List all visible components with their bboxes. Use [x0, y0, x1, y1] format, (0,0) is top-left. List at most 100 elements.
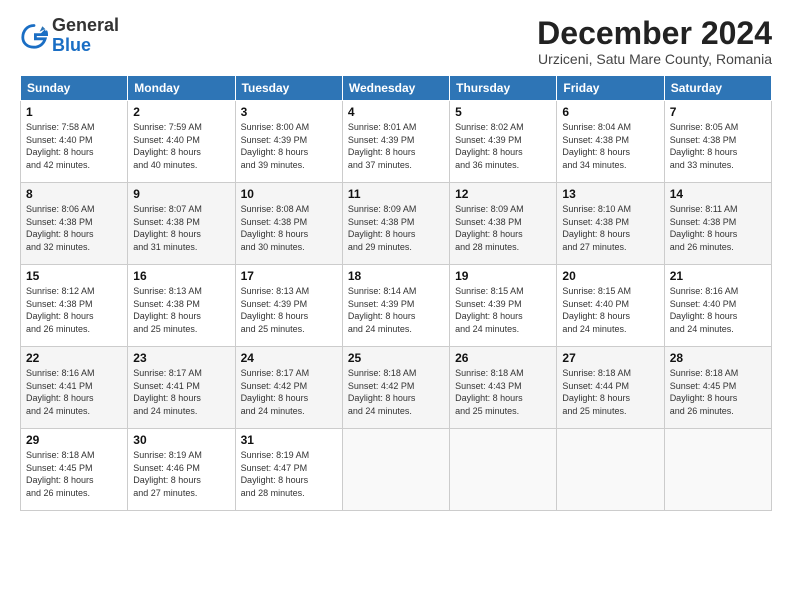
calendar-week-row: 29Sunrise: 8:18 AM Sunset: 4:45 PM Dayli…	[21, 429, 772, 511]
calendar-day-cell: 3 Sunrise: 8:00 AM Sunset: 4:39 PM Daylig…	[235, 101, 342, 183]
calendar-day-cell: 13 Sunrise: 8:10 AM Sunset: 4:38 PM Dayli…	[557, 183, 664, 265]
day-info: Sunrise: 7:59 AM Sunset: 4:40 PM Dayligh…	[133, 121, 229, 171]
day-info: Sunrise: 8:13 AM Sunset: 4:38 PM Dayligh…	[133, 285, 229, 335]
day-info: Sunrise: 8:18 AM Sunset: 4:45 PM Dayligh…	[670, 367, 766, 417]
day-number: 7	[670, 105, 766, 119]
calendar-day-cell: 4 Sunrise: 8:01 AM Sunset: 4:39 PM Daylig…	[342, 101, 449, 183]
logo: General Blue	[20, 16, 119, 56]
day-number: 1	[26, 105, 122, 119]
calendar-day-cell: 19 Sunrise: 8:15 AM Sunset: 4:39 PM Dayli…	[450, 265, 557, 347]
day-number: 12	[455, 187, 551, 201]
day-info: Sunrise: 8:12 AM Sunset: 4:38 PM Dayligh…	[26, 285, 122, 335]
day-number: 29	[26, 433, 122, 447]
calendar-header-cell: Monday	[128, 76, 235, 101]
calendar-day-cell: 1Sunrise: 7:58 AM Sunset: 4:40 PM Daylig…	[21, 101, 128, 183]
day-number: 31	[241, 433, 337, 447]
logo-general: General	[52, 16, 119, 36]
day-number: 24	[241, 351, 337, 365]
calendar-day-cell: 17Sunrise: 8:13 AM Sunset: 4:39 PM Dayli…	[235, 265, 342, 347]
logo-icon	[20, 22, 48, 50]
day-info: Sunrise: 8:09 AM Sunset: 4:38 PM Dayligh…	[455, 203, 551, 253]
day-number: 18	[348, 269, 444, 283]
day-info: Sunrise: 8:19 AM Sunset: 4:46 PM Dayligh…	[133, 449, 229, 499]
day-info: Sunrise: 8:18 AM Sunset: 4:44 PM Dayligh…	[562, 367, 658, 417]
calendar-day-cell: 8 Sunrise: 8:06 AM Sunset: 4:38 PM Daylig…	[21, 183, 128, 265]
day-number: 20	[562, 269, 658, 283]
calendar-day-cell: 23Sunrise: 8:17 AM Sunset: 4:41 PM Dayli…	[128, 347, 235, 429]
day-info: Sunrise: 8:09 AM Sunset: 4:38 PM Dayligh…	[348, 203, 444, 253]
calendar-day-cell: 22Sunrise: 8:16 AM Sunset: 4:41 PM Dayli…	[21, 347, 128, 429]
day-number: 19	[455, 269, 551, 283]
day-info: Sunrise: 8:15 AM Sunset: 4:39 PM Dayligh…	[455, 285, 551, 335]
day-info: Sunrise: 8:16 AM Sunset: 4:40 PM Dayligh…	[670, 285, 766, 335]
logo-blue: Blue	[52, 36, 119, 56]
day-number: 26	[455, 351, 551, 365]
day-info: Sunrise: 8:07 AM Sunset: 4:38 PM Dayligh…	[133, 203, 229, 253]
calendar-day-cell: 28Sunrise: 8:18 AM Sunset: 4:45 PM Dayli…	[664, 347, 771, 429]
calendar-subtitle: Urziceni, Satu Mare County, Romania	[537, 51, 772, 67]
day-number: 4	[348, 105, 444, 119]
calendar-day-cell: 7 Sunrise: 8:05 AM Sunset: 4:38 PM Daylig…	[664, 101, 771, 183]
calendar-day-cell: 10Sunrise: 8:08 AM Sunset: 4:38 PM Dayli…	[235, 183, 342, 265]
calendar-day-cell: 6Sunrise: 8:04 AM Sunset: 4:38 PM Daylig…	[557, 101, 664, 183]
calendar-day-cell: 11 Sunrise: 8:09 AM Sunset: 4:38 PM Dayli…	[342, 183, 449, 265]
day-number: 27	[562, 351, 658, 365]
calendar-day-cell: 16 Sunrise: 8:13 AM Sunset: 4:38 PM Dayli…	[128, 265, 235, 347]
day-info: Sunrise: 8:05 AM Sunset: 4:38 PM Dayligh…	[670, 121, 766, 171]
calendar-day-cell: 25Sunrise: 8:18 AM Sunset: 4:42 PM Dayli…	[342, 347, 449, 429]
calendar-header-cell: Wednesday	[342, 76, 449, 101]
day-number: 11	[348, 187, 444, 201]
calendar-week-row: 8 Sunrise: 8:06 AM Sunset: 4:38 PM Daylig…	[21, 183, 772, 265]
day-number: 5	[455, 105, 551, 119]
day-info: Sunrise: 8:01 AM Sunset: 4:39 PM Dayligh…	[348, 121, 444, 171]
day-info: Sunrise: 8:00 AM Sunset: 4:39 PM Dayligh…	[241, 121, 337, 171]
calendar-day-cell: 2 Sunrise: 7:59 AM Sunset: 4:40 PM Daylig…	[128, 101, 235, 183]
day-number: 15	[26, 269, 122, 283]
calendar-day-cell: 12 Sunrise: 8:09 AM Sunset: 4:38 PM Dayli…	[450, 183, 557, 265]
calendar-day-cell: 31Sunrise: 8:19 AM Sunset: 4:47 PM Dayli…	[235, 429, 342, 511]
calendar-day-cell: 26 Sunrise: 8:18 AM Sunset: 4:43 PM Dayli…	[450, 347, 557, 429]
day-number: 16	[133, 269, 229, 283]
day-info: Sunrise: 8:16 AM Sunset: 4:41 PM Dayligh…	[26, 367, 122, 417]
calendar-week-row: 1Sunrise: 7:58 AM Sunset: 4:40 PM Daylig…	[21, 101, 772, 183]
day-info: Sunrise: 8:14 AM Sunset: 4:39 PM Dayligh…	[348, 285, 444, 335]
day-info: Sunrise: 8:13 AM Sunset: 4:39 PM Dayligh…	[241, 285, 337, 335]
calendar-day-cell: 24 Sunrise: 8:17 AM Sunset: 4:42 PM Dayli…	[235, 347, 342, 429]
day-number: 8	[26, 187, 122, 201]
calendar-header-row: SundayMondayTuesdayWednesdayThursdayFrid…	[21, 76, 772, 101]
day-info: Sunrise: 8:06 AM Sunset: 4:38 PM Dayligh…	[26, 203, 122, 253]
day-info: Sunrise: 8:04 AM Sunset: 4:38 PM Dayligh…	[562, 121, 658, 171]
day-info: Sunrise: 8:02 AM Sunset: 4:39 PM Dayligh…	[455, 121, 551, 171]
calendar-header-cell: Thursday	[450, 76, 557, 101]
calendar-header-cell: Friday	[557, 76, 664, 101]
calendar-day-cell: 15 Sunrise: 8:12 AM Sunset: 4:38 PM Dayli…	[21, 265, 128, 347]
day-number: 2	[133, 105, 229, 119]
title-block: December 2024 Urziceni, Satu Mare County…	[537, 16, 772, 67]
calendar-day-cell: 14Sunrise: 8:11 AM Sunset: 4:38 PM Dayli…	[664, 183, 771, 265]
calendar-header-cell: Tuesday	[235, 76, 342, 101]
calendar-week-row: 15 Sunrise: 8:12 AM Sunset: 4:38 PM Dayli…	[21, 265, 772, 347]
calendar-day-cell: 30Sunrise: 8:19 AM Sunset: 4:46 PM Dayli…	[128, 429, 235, 511]
calendar-header-cell: Saturday	[664, 76, 771, 101]
calendar-week-row: 22Sunrise: 8:16 AM Sunset: 4:41 PM Dayli…	[21, 347, 772, 429]
day-number: 21	[670, 269, 766, 283]
day-info: Sunrise: 8:11 AM Sunset: 4:38 PM Dayligh…	[670, 203, 766, 253]
day-number: 3	[241, 105, 337, 119]
page: General Blue December 2024 Urziceni, Sat…	[0, 0, 792, 612]
calendar-title: December 2024	[537, 16, 772, 51]
calendar-table: SundayMondayTuesdayWednesdayThursdayFrid…	[20, 75, 772, 511]
calendar-day-cell: 20Sunrise: 8:15 AM Sunset: 4:40 PM Dayli…	[557, 265, 664, 347]
day-number: 10	[241, 187, 337, 201]
day-number: 13	[562, 187, 658, 201]
day-info: Sunrise: 8:18 AM Sunset: 4:42 PM Dayligh…	[348, 367, 444, 417]
logo-text: General Blue	[52, 16, 119, 56]
day-info: Sunrise: 8:18 AM Sunset: 4:43 PM Dayligh…	[455, 367, 551, 417]
calendar-day-cell: 21 Sunrise: 8:16 AM Sunset: 4:40 PM Dayli…	[664, 265, 771, 347]
calendar-day-cell	[450, 429, 557, 511]
calendar-day-cell: 29Sunrise: 8:18 AM Sunset: 4:45 PM Dayli…	[21, 429, 128, 511]
calendar-day-cell: 9 Sunrise: 8:07 AM Sunset: 4:38 PM Daylig…	[128, 183, 235, 265]
day-number: 9	[133, 187, 229, 201]
day-info: Sunrise: 8:10 AM Sunset: 4:38 PM Dayligh…	[562, 203, 658, 253]
day-info: Sunrise: 8:17 AM Sunset: 4:41 PM Dayligh…	[133, 367, 229, 417]
day-info: Sunrise: 8:17 AM Sunset: 4:42 PM Dayligh…	[241, 367, 337, 417]
